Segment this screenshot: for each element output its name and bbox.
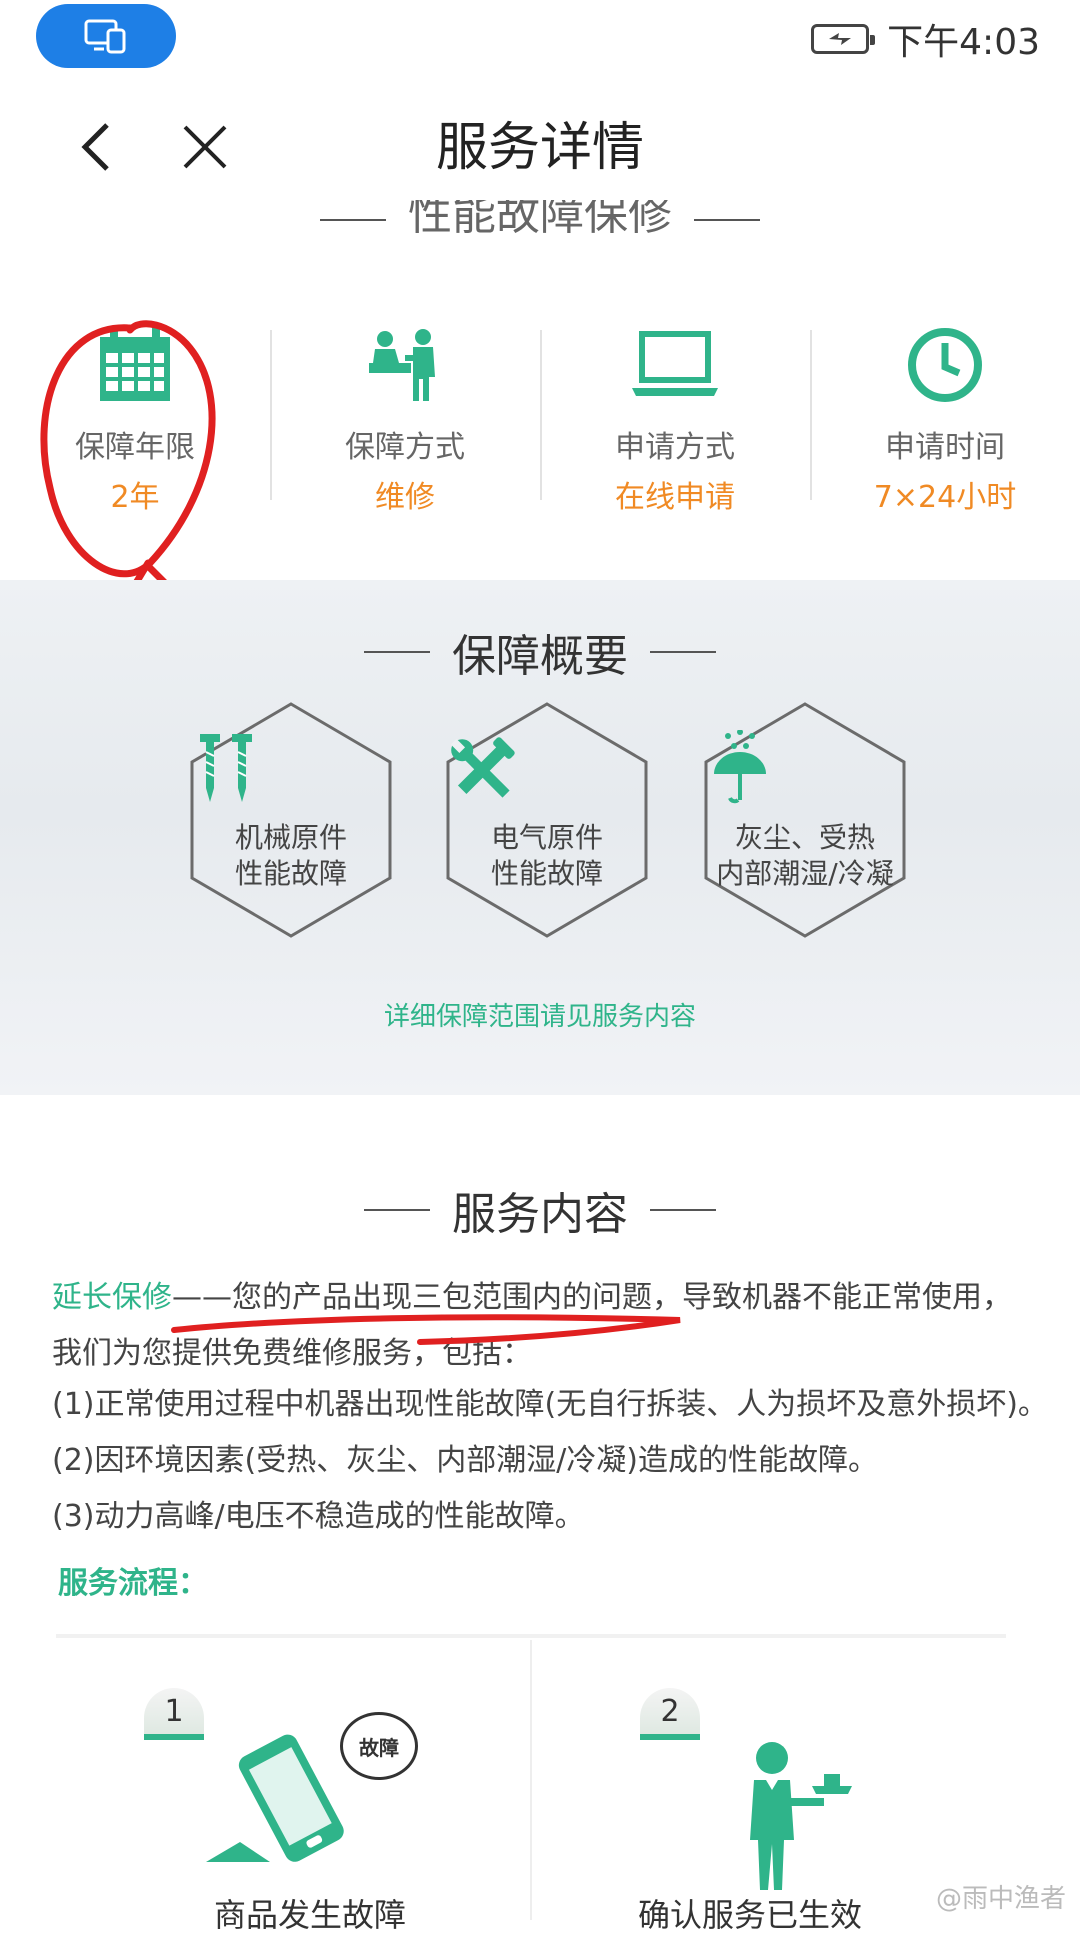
clock-icon [908, 328, 982, 402]
service-item: (2)因环境因素(受热、灰尘、内部潮湿/冷凝)造成的性能故障。 [52, 1443, 879, 1478]
divider-line [364, 1209, 430, 1211]
section-title: 服务内容 [452, 1189, 628, 1240]
tools-icon [450, 737, 515, 798]
service-flow-title: 服务流程： [58, 1566, 208, 1601]
info-label: 保障方式 [345, 430, 465, 465]
waiter-icon [750, 1742, 852, 1890]
overview-item-line: 性能故障 [234, 857, 347, 890]
divider-line [364, 651, 430, 653]
info-service-method: 保障方式 维修 [270, 310, 540, 515]
overview-item-line: 机械原件 [234, 821, 347, 854]
info-label: 申请方式 [615, 430, 735, 465]
service-item: (1)正常使用过程中机器出现性能故障(无自行拆装、人为损坏及意外损坏)。 [52, 1387, 1048, 1422]
info-value: 7×24小时 [873, 480, 1017, 515]
service-lead: 延长保修 [52, 1280, 172, 1315]
section-title: 性能故障保修 [408, 200, 672, 240]
overview-item-electrical: 电气原件 性能故障 [442, 700, 652, 940]
section-heading-service: 服务内容 [0, 1178, 1080, 1242]
info-apply-method: 申请方式 在线申请 [540, 310, 810, 515]
info-value: 维修 [375, 480, 435, 515]
info-apply-time: 申请时间 7×24小时 [810, 310, 1080, 515]
overview-item-mechanical: 机械原件 性能故障 [186, 700, 396, 940]
step-label: 确认服务已生效 [637, 1896, 862, 1934]
section-title: 保障概要 [452, 631, 628, 682]
overview-item-line: 性能故障 [490, 857, 603, 890]
umbrella-rain-icon [714, 730, 766, 804]
service-people-icon [369, 329, 435, 401]
info-value: 在线申请 [615, 480, 735, 515]
step-number: 1 [144, 1688, 204, 1740]
overview-item-line: 电气原件 [490, 821, 603, 854]
fault-badge: 故障 [340, 1712, 418, 1780]
section-heading-warranty: 性能故障保修 [0, 200, 1080, 250]
info-label: 申请时间 [885, 430, 1005, 465]
overview-item-line: 灰尘、受热 [734, 821, 875, 854]
laptop-icon [632, 331, 718, 396]
coverage-detail-link[interactable]: 详细保障范围请见服务内容 [0, 996, 1080, 1033]
service-item: (3)动力高峰/电压不稳造成的性能故障。 [52, 1499, 585, 1534]
watermark-text: @雨中渔者 [935, 1884, 1066, 1914]
divider-line [694, 219, 760, 221]
screen-cast-icon [84, 19, 126, 54]
divider-line [650, 651, 716, 653]
overview-item-line: 内部潮湿/冷凝 [716, 857, 894, 890]
status-right: 下午4:03 [811, 14, 1040, 64]
overview-item-environment: 灰尘、受热 内部潮湿/冷凝 [700, 700, 910, 940]
divider-line [320, 219, 386, 221]
page-title: 服务详情 [435, 118, 644, 178]
step-number: 2 [640, 1688, 700, 1740]
red-underline-annotation [171, 1314, 681, 1345]
screws-icon [200, 734, 252, 802]
screen-cast-button[interactable] [36, 4, 176, 68]
step-label: 商品发生故障 [213, 1896, 406, 1934]
battery-charging-icon [811, 24, 876, 54]
divider-line [650, 1209, 716, 1211]
section-heading-overview: 保障概要 [0, 620, 1080, 684]
flow-divider [530, 1640, 532, 1920]
clock-time: 下午4:03 [887, 22, 1040, 63]
